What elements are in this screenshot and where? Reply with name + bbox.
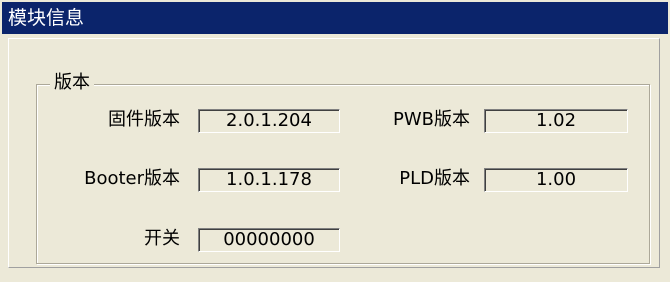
pwb-version-label: PWB版本: [392, 109, 470, 130]
firmware-version-field: 2.0.1.204: [198, 109, 340, 133]
switch-field: 00000000: [198, 228, 340, 252]
pld-version-label: PLD版本: [399, 168, 470, 189]
pwb-version-field: 1.02: [484, 109, 628, 133]
pld-version-field: 1.00: [484, 168, 628, 192]
firmware-version-label: 固件版本: [108, 109, 180, 130]
booter-version-label: Booter版本: [84, 168, 180, 189]
switch-label: 开关: [144, 228, 180, 249]
booter-version-field: 1.0.1.178: [198, 168, 340, 192]
panel-title: 模块信息: [2, 2, 668, 34]
module-info-panel: 模块信息 版本 固件版本 2.0.1.204 PWB版本 1.02 Booter…: [0, 0, 670, 282]
version-group-title: 版本: [50, 70, 94, 96]
